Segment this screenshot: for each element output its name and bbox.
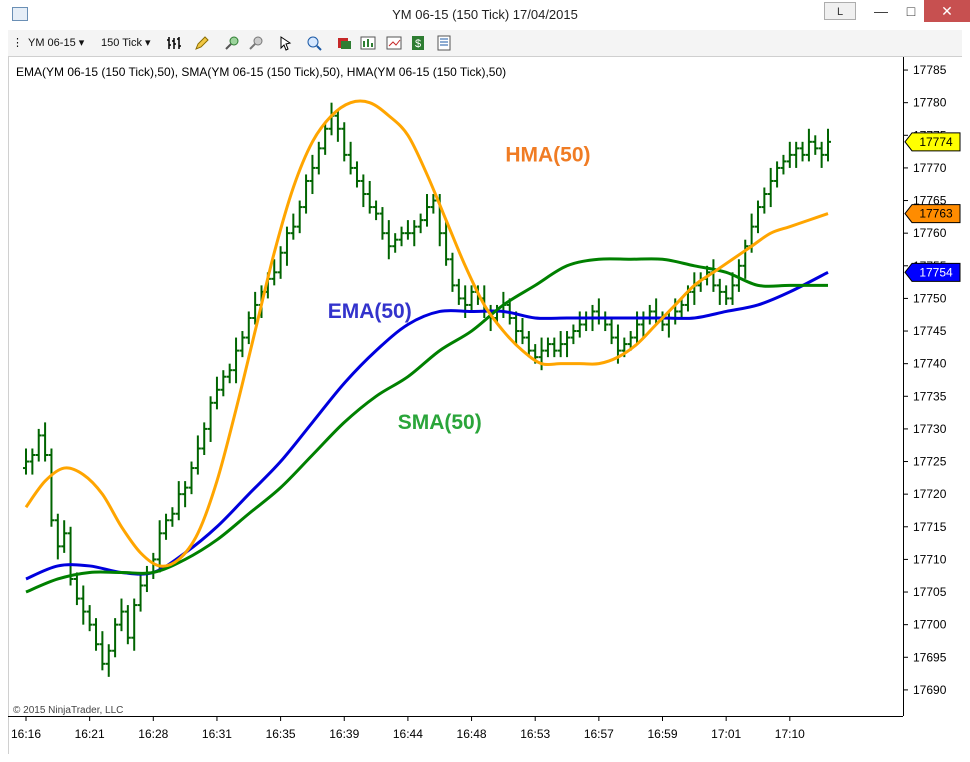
indicator-label: HMA(50) <box>505 143 590 166</box>
price-tick-label: 17710 <box>913 552 947 566</box>
price-tick-label: 17780 <box>913 96 947 110</box>
time-tick-label: 16:57 <box>584 727 614 741</box>
price-marker: 17754 <box>904 262 961 282</box>
data-box-icon[interactable] <box>436 35 452 51</box>
price-marker-label: 17754 <box>919 265 953 279</box>
minimize-button[interactable]: — <box>866 0 896 22</box>
instrument-label: YM 06-15 <box>28 37 76 49</box>
maximize-button[interactable]: □ <box>896 0 926 22</box>
title-bar[interactable]: YM 06-15 (150 Tick) 17/04/2015 L — □ ✕ <box>0 0 970 30</box>
zoom-out-icon[interactable] <box>248 35 264 51</box>
time-tick-label: 16:31 <box>202 727 232 741</box>
price-tick-label: 17770 <box>913 161 947 175</box>
chart-window: YM 06-15 (150 Tick) 17/04/2015 L — □ ✕ ⋮… <box>0 0 970 762</box>
price-marker-label: 17763 <box>919 207 953 221</box>
time-tick-label: 16:21 <box>75 727 105 741</box>
price-tick-label: 17705 <box>913 585 947 599</box>
time-tick-label: 16:16 <box>11 727 41 741</box>
strategies-icon[interactable] <box>360 35 376 51</box>
price-marker: 17763 <box>904 204 961 224</box>
price-tick-label: 17760 <box>913 226 947 240</box>
money-icon[interactable]: $ <box>410 35 426 51</box>
copyright-text: © 2015 NinjaTrader, LLC <box>13 705 123 716</box>
price-tick-label: 17720 <box>913 487 947 501</box>
chart-properties-icon[interactable] <box>386 35 402 51</box>
time-tick-label: 16:44 <box>393 727 423 741</box>
svg-text:$: $ <box>415 38 421 50</box>
price-marker: 17774 <box>904 132 961 152</box>
bar-type-icon[interactable] <box>166 35 182 51</box>
instrument-selector[interactable]: YM 06-15 ▾ <box>28 34 84 52</box>
time-tick-label: 16:53 <box>520 727 550 741</box>
indicator-label: EMA(50) <box>328 300 412 323</box>
price-tick-label: 17745 <box>913 324 947 338</box>
price-tick-label: 17725 <box>913 455 947 469</box>
toolbar-grip: ⋮ <box>12 37 23 49</box>
price-tick-label: 17695 <box>913 650 947 664</box>
indicator-subtitle: EMA(YM 06-15 (150 Tick),50), SMA(YM 06-1… <box>16 65 506 79</box>
indicators-icon[interactable] <box>336 35 352 51</box>
price-tick-label: 17750 <box>913 291 947 305</box>
price-tick-label: 17740 <box>913 357 947 371</box>
close-button[interactable]: ✕ <box>924 0 970 22</box>
time-tick-label: 17:10 <box>775 727 805 741</box>
cursor-icon[interactable] <box>278 35 294 51</box>
time-tick-label: 16:59 <box>647 727 677 741</box>
time-tick-label: 16:35 <box>266 727 296 741</box>
price-marker-label: 17774 <box>919 135 953 149</box>
time-tick-label: 17:01 <box>711 727 741 741</box>
indicator-label: SMA(50) <box>398 411 482 434</box>
price-chart[interactable]: 17690 17695 17700 17705 17710 17715 17720 17725… <box>8 57 962 754</box>
price-tick-label: 17715 <box>913 520 947 534</box>
price-tick-label: 17730 <box>913 422 947 436</box>
price-tick-label: 17690 <box>913 683 947 697</box>
time-tick-label: 16:28 <box>138 727 168 741</box>
drawing-pencil-icon[interactable] <box>194 35 210 51</box>
price-tick-label: 17735 <box>913 389 947 403</box>
chart-toolbar: ⋮ YM 06-15 ▾ 150 Tick ▾ $ <box>8 30 962 57</box>
time-tick-label: 16:48 <box>457 727 487 741</box>
time-tick-label: 16:39 <box>329 727 359 741</box>
price-tick-label: 17785 <box>913 63 947 77</box>
zoom-in-icon[interactable] <box>224 35 240 51</box>
price-tick-label: 17700 <box>913 618 947 632</box>
interval-selector[interactable]: 150 Tick ▾ <box>101 34 151 52</box>
interval-label: 150 Tick <box>101 37 142 49</box>
link-button[interactable]: L <box>824 2 856 20</box>
chart-area[interactable]: 17690 17695 17700 17705 17710 17715 17720 17725… <box>8 57 962 754</box>
zoom-icon[interactable] <box>306 35 322 51</box>
